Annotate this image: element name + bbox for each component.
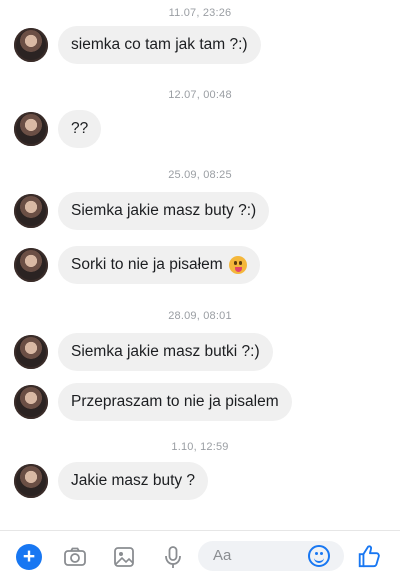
input-placeholder: Aa xyxy=(213,547,232,564)
microphone-icon[interactable] xyxy=(160,544,186,570)
message-text: Przepraszam to nie ja pisalem xyxy=(71,393,279,410)
message-text: Siemka jakie masz butki ?:) xyxy=(71,343,260,360)
message-row: Siemka jakie masz buty ?:) xyxy=(14,192,270,230)
avatar[interactable] xyxy=(14,112,48,146)
message-row: Przepraszam to nie ja pisalem xyxy=(14,383,292,421)
avatar[interactable] xyxy=(14,464,48,498)
message-bubble[interactable]: siemka co tam jak tam ?:) xyxy=(58,26,261,64)
plus-icon[interactable]: + xyxy=(16,544,42,570)
smile-icon[interactable] xyxy=(308,545,330,567)
avatar[interactable] xyxy=(14,385,48,419)
avatar[interactable] xyxy=(14,28,48,62)
message-bubble[interactable]: Jakie masz buty ? xyxy=(58,462,209,500)
message-text: Sorki to nie ja pisałem xyxy=(71,256,223,273)
message-composer: + Aa xyxy=(0,530,400,582)
message-bubble[interactable]: Siemka jakie masz buty ?:) xyxy=(58,192,270,230)
tongue-face-emoji-icon xyxy=(228,256,247,274)
avatar[interactable] xyxy=(14,335,48,369)
avatar[interactable] xyxy=(14,194,48,228)
timestamp: 28.09, 08:01 xyxy=(168,310,232,322)
image-icon[interactable] xyxy=(111,544,137,570)
message-row: Siemka jakie masz butki ?:) xyxy=(14,333,273,371)
timestamp: 12.07, 00:48 xyxy=(168,89,232,101)
timestamp: 1.10, 12:59 xyxy=(171,441,229,453)
message-bubble[interactable]: Sorki to nie ja pisałem xyxy=(58,246,260,284)
avatar[interactable] xyxy=(14,248,48,282)
timestamp: 11.07, 23:26 xyxy=(168,7,232,19)
message-row: Jakie masz buty ? xyxy=(14,462,209,500)
message-bubble[interactable]: Siemka jakie masz butki ?:) xyxy=(58,333,273,371)
like-icon[interactable] xyxy=(356,543,382,569)
message-bubble[interactable]: ?? xyxy=(58,110,102,148)
camera-icon[interactable] xyxy=(62,544,88,570)
message-text: ?? xyxy=(71,120,89,137)
message-thread: 11.07, 23:26 siemka co tam jak tam ?:) 1… xyxy=(0,0,400,530)
message-row: siemka co tam jak tam ?:) xyxy=(14,26,261,64)
message-text: Jakie masz buty ? xyxy=(71,472,196,489)
message-row: Sorki to nie ja pisałem xyxy=(14,246,260,284)
message-bubble[interactable]: Przepraszam to nie ja pisalem xyxy=(58,383,292,421)
message-text: Siemka jakie masz buty ?:) xyxy=(71,202,257,219)
timestamp: 25.09, 08:25 xyxy=(168,169,232,181)
message-row: ?? xyxy=(14,110,102,148)
message-text: siemka co tam jak tam ?:) xyxy=(71,36,248,53)
